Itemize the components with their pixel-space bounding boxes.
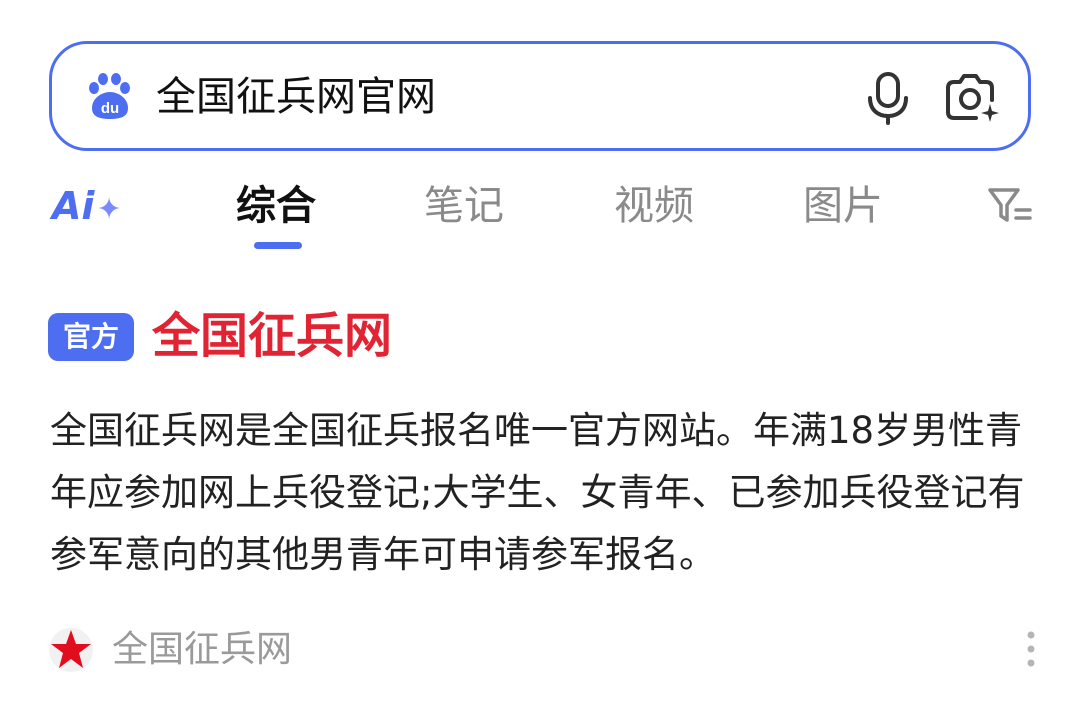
ai-label: Ai [52,184,95,228]
microphone-icon[interactable] [862,70,914,126]
more-vertical-icon[interactable] [1020,628,1042,672]
active-tab-indicator [254,242,302,249]
tab-comprehensive[interactable]: 综合 [236,180,316,232]
camera-search-icon[interactable] [942,70,1000,126]
baidu-paw-icon: du [89,73,130,119]
result-title-link[interactable]: 全国征兵网 [152,306,392,366]
filter-icon[interactable] [986,186,1034,226]
tab-videos[interactable]: 视频 [614,180,694,232]
search-bar[interactable]: du 全国征兵网官网 [49,41,1031,151]
tab-notes[interactable]: 笔记 [424,180,504,232]
tab-images[interactable]: 图片 [803,180,883,232]
official-badge: 官方 [48,313,134,361]
result-abstract: 全国征兵网是全国征兵报名唯一官方网站。年满18岁男性青年应参加网上兵役登记;大学… [50,409,1025,576]
source-name[interactable]: 全国征兵网 [112,624,292,676]
red-star-icon [49,628,93,672]
ai-search-button[interactable]: Ai✦ [52,184,122,228]
ai-spark-icon: ✦ [96,192,122,227]
search-input[interactable]: 全国征兵网官网 [156,71,436,123]
svg-text:du: du [101,100,119,117]
